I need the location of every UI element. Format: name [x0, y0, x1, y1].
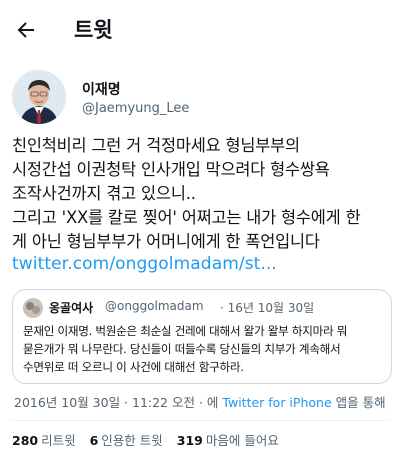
quoted-tweet[interactable]: 옹골여사 @onggolmadam · 16년 10월 30일 문재인 이재명.…	[12, 289, 392, 384]
retweets-stat[interactable]: 280 리트윗	[12, 430, 76, 449]
tweet-link[interactable]: twitter.com/onggolmadam/st...	[12, 254, 277, 274]
tweet-line: 조작사건까지 겪고 있으니..	[12, 184, 196, 203]
likes-label: 마음에 들어요	[205, 433, 279, 448]
quotes-label: 인용한 트윗	[101, 433, 163, 448]
quote-line: 수면위로 떠 오르니 이 사건에 대해선 함구하라.	[23, 360, 244, 374]
tweet-stats: 280 리트윗 6 인용한 트윗 319 마음에 들어요	[12, 430, 289, 449]
author-name[interactable]: 이재명	[82, 79, 121, 99]
page-title: 트윗	[74, 18, 113, 42]
quote-line: 묻은개가 뭐 나무란다. 당신들이 떠들수록 당신들의 치부가 계속해서	[23, 342, 341, 356]
avatar[interactable]	[12, 70, 66, 124]
tweet-line: 친인척비리 그런 거 걱정마세요 형님부부의	[12, 136, 300, 155]
tweet-line: 시정간섭 이권청탁 인사개입 막으려다 형수쌍욕	[12, 160, 330, 179]
author-handle[interactable]: @Jaemyung_Lee	[82, 101, 189, 116]
quote-line: 문재인 이재명. 벅원순은 최순실 건레에 대해서 왈가 왈부 하지마라 뭐	[23, 324, 348, 338]
tweet-line: 게 아닌 형님부부가 어머니에게 한 폭언입니다	[12, 232, 320, 251]
likes-stat[interactable]: 319 마음에 들어요	[177, 430, 279, 449]
quote-avatar	[23, 298, 43, 318]
retweets-count: 280	[12, 433, 39, 448]
divider	[12, 420, 388, 421]
quotes-stat[interactable]: 6 인용한 트윗	[90, 430, 163, 449]
likes-count: 319	[176, 433, 203, 448]
back-arrow-icon[interactable]	[14, 18, 38, 42]
tweet-meta: 2016년 10월 30일 · 11:22 오전 · 에 Twitter for…	[14, 392, 386, 411]
tweet-text: 친인척비리 그런 거 걱정마세요 형님부부의 시정간섭 이권청탁 인사개입 막으…	[12, 134, 394, 254]
top-bar: 트윗	[0, 0, 400, 58]
quote-author-handle: @onggolmadam	[105, 299, 204, 313]
tweet-client-suffix: 앱을 통해	[335, 395, 386, 410]
quote-text: 문재인 이재명. 벅원순은 최순실 건레에 대해서 왈가 왈부 하지마라 뭐 묻…	[23, 322, 388, 376]
tweet-timestamp[interactable]: 2016년 10월 30일 · 11:22 오전 · 에	[14, 395, 218, 410]
tweet-author: 이재명 @Jaemyung_Lee	[12, 70, 388, 126]
tweet-line: 그리고 'XX를 칼로 찢어' 어쩌고는 내가 형수에게 한	[12, 208, 361, 227]
quote-author-name: 옹골여사	[49, 301, 94, 315]
tweet-client[interactable]: Twitter for iPhone	[222, 395, 331, 410]
retweets-label: 리트윗	[41, 433, 76, 448]
quotes-count: 6	[89, 433, 99, 448]
quote-date: · 16년 10월 30일	[220, 301, 315, 315]
